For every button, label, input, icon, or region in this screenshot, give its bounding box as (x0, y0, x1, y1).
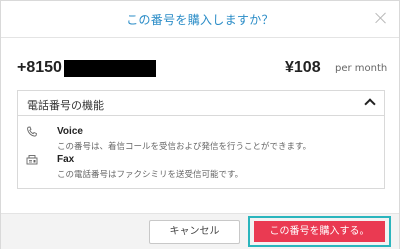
price: ¥108 (285, 59, 321, 76)
phone-number: +8150 (17, 59, 62, 76)
chevron-up-icon[interactable] (364, 98, 376, 110)
redacted-number-block (64, 60, 156, 77)
buy-number-button[interactable]: この番号を購入する。 (254, 221, 385, 242)
features-panel: 電話番号の機能 Voice この番号は、着信コールを受信および発信を行うことがで… (17, 90, 385, 189)
feature-description: この番号は、着信コールを受信および発信を行うことができます。 (57, 142, 312, 152)
close-icon[interactable] (372, 9, 390, 27)
dialog-header: この番号を購入しますか？ (1, 1, 399, 38)
feature-name: Fax (57, 154, 75, 165)
buy-button-focus-ring: この番号を購入する。 (248, 216, 391, 247)
cancel-button[interactable]: キャンセル (149, 220, 240, 244)
number-row: +8150 ¥108 per month (17, 59, 387, 81)
dialog-title: この番号を購入しますか？ (126, 13, 274, 27)
price-period: per month (335, 63, 388, 74)
features-title: 電話番号の機能 (27, 99, 104, 112)
feature-description: この電話番号はファクシミリを送受信可能です。 (57, 170, 244, 180)
features-header[interactable]: 電話番号の機能 (18, 91, 384, 116)
purchase-number-dialog: この番号を購入しますか？ +8150 ¥108 per month 電話番号の機… (0, 0, 400, 249)
phone-icon (27, 126, 37, 137)
fax-icon (26, 155, 38, 165)
feature-name: Voice (57, 126, 83, 137)
dialog-footer: キャンセル この番号を購入する。 (1, 213, 399, 249)
